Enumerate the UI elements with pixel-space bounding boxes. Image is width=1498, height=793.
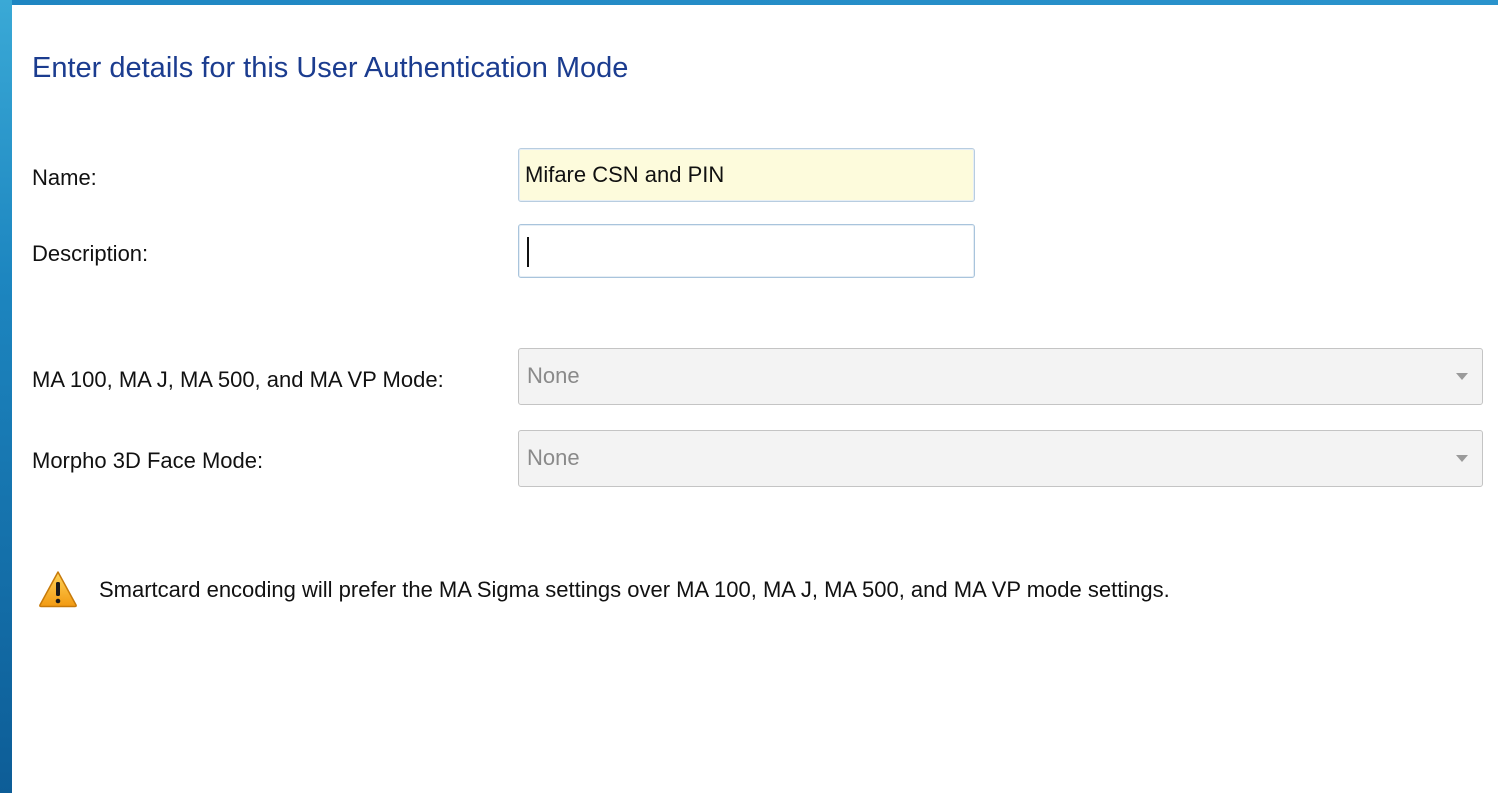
ma-mode-selected-value: None [527, 363, 580, 388]
name-field-value: Mifare CSN and PIN [525, 162, 725, 187]
warning-text: Smartcard encoding will prefer the MA Si… [99, 577, 1170, 602]
morpho-face-mode-selected-value: None [527, 445, 580, 470]
page-title: Enter details for this User Authenticati… [32, 52, 629, 84]
ma-mode-dropdown[interactable]: None [518, 348, 1483, 405]
name-label: Name: [32, 165, 97, 190]
description-field[interactable] [518, 224, 975, 278]
window-left-border [0, 0, 12, 793]
chevron-down-icon [1456, 455, 1468, 462]
morpho-face-mode-label: Morpho 3D Face Mode: [32, 448, 264, 473]
warning-triangle-icon [39, 571, 77, 608]
dialog-content: Enter details for this User Authenticati… [12, 5, 1498, 793]
name-field[interactable]: Mifare CSN and PIN [518, 148, 975, 202]
ma-mode-label: MA 100, MA J, MA 500, and MA VP Mode: [32, 367, 444, 392]
description-label: Description: [32, 241, 149, 266]
morpho-face-mode-dropdown[interactable]: None [518, 430, 1483, 487]
text-caret [527, 237, 529, 268]
chevron-down-icon [1456, 373, 1468, 380]
